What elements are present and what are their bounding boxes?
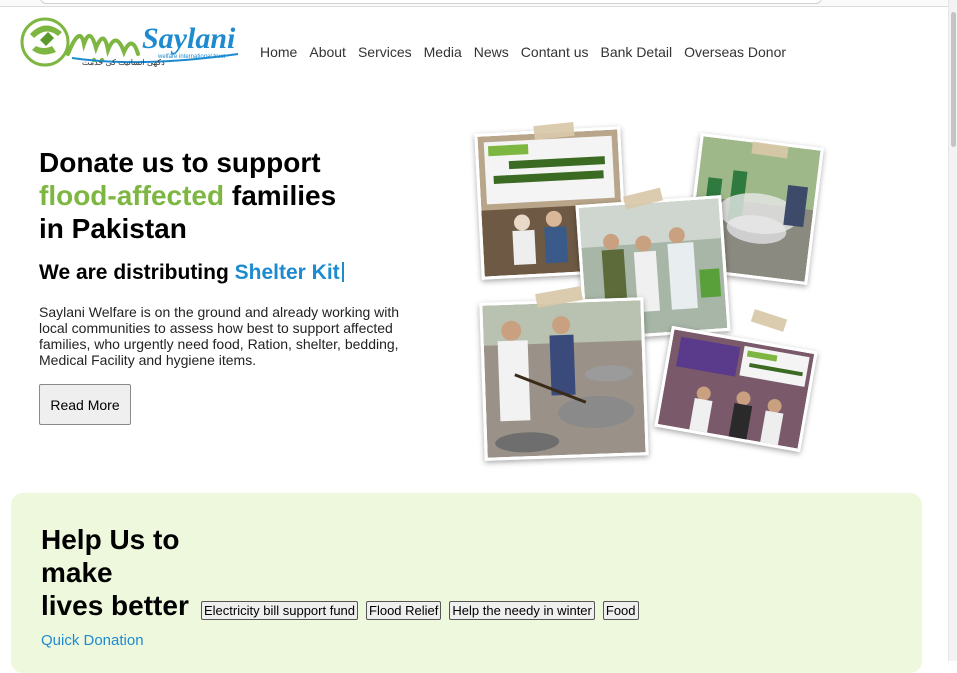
relief-photo-collage (470, 120, 830, 470)
scrollbar-thumb[interactable] (951, 12, 956, 147)
medical-camp-photo (654, 325, 818, 453)
category-winter-help[interactable]: Help the needy in winter (449, 601, 595, 620)
saylani-logo[interactable]: Saylani welfare international trust دکھی… (20, 14, 242, 72)
food-cooking-photo (479, 297, 649, 461)
hero-title-line3: in Pakistan (39, 213, 187, 244)
hero-title: Donate us to support flood-affected fami… (39, 146, 459, 245)
quick-donation-link[interactable]: Quick Donation (41, 632, 144, 649)
help-us-section: Help Us to make lives better Electricity… (11, 493, 922, 673)
category-food[interactable]: Food (602, 601, 639, 620)
help-us-title: Help Us to make lives better (41, 523, 201, 622)
logo-urdu-tagline: دکھی انسانیت کی خدمت (82, 58, 165, 67)
photo-tape-5 (750, 309, 788, 332)
nav-home[interactable]: Home (260, 44, 297, 60)
help-title-line3: lives better (41, 590, 189, 621)
nav-about[interactable]: About (309, 44, 346, 60)
logo-wordmark: Saylani (142, 22, 236, 55)
nav-contact[interactable]: Contant us (521, 44, 589, 60)
logo-tagline: welfare international trust (158, 54, 226, 60)
nav-services[interactable]: Services (358, 44, 412, 60)
hero-title-highlight: flood-affected (39, 180, 225, 211)
category-electricity-bill[interactable]: Electricity bill support fund (201, 601, 359, 620)
medical-camp-image (657, 329, 815, 449)
nav-bank-detail[interactable]: Bank Detail (601, 44, 673, 60)
help-title-line2: make (41, 557, 113, 588)
hero-subtitle-prefix: We are distributing (39, 261, 235, 284)
browser-top-edge (0, 0, 957, 7)
hero-description: Saylani Welfare is on the ground and alr… (39, 304, 400, 368)
hero-title-families: families (224, 180, 337, 211)
main-navigation: Home About Services Media News Contant u… (260, 44, 786, 60)
page-scrollbar[interactable] (948, 0, 957, 661)
nav-overseas-donor[interactable]: Overseas Donor (684, 44, 786, 60)
food-cooking-image (482, 300, 646, 458)
read-more-button[interactable]: Read More (39, 384, 131, 425)
hero-title-line1: Donate us to support (39, 147, 321, 178)
nav-media[interactable]: Media (424, 44, 462, 60)
help-title-line1: Help Us to (41, 524, 180, 555)
hero-subtitle-typed: Shelter Kit (234, 261, 340, 284)
category-flood-relief[interactable]: Flood Relief (366, 601, 442, 620)
donation-category-buttons: Electricity bill support fund Flood Reli… (201, 601, 639, 620)
typing-caret (341, 262, 344, 282)
address-bar-edge (40, 0, 822, 4)
nav-news[interactable]: News (474, 44, 509, 60)
hero-subtitle: We are distributing Shelter Kit (39, 261, 344, 285)
